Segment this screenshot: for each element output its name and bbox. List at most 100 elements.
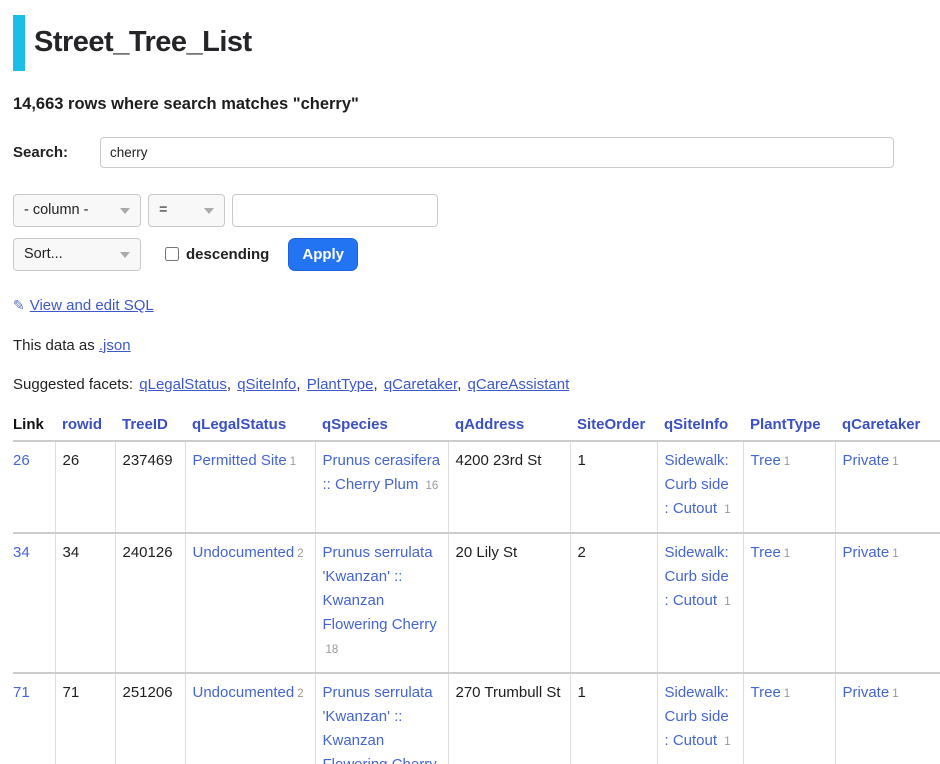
row-link[interactable]: 34 bbox=[13, 544, 30, 561]
species-link[interactable]: Prunus cerasifera :: Cherry Plum bbox=[323, 452, 441, 493]
site-info-link[interactable]: Sidewalk: Curb side : Cutout bbox=[665, 452, 729, 517]
legal-status-link[interactable]: Permitted Site bbox=[193, 452, 287, 469]
column-header-siteorder[interactable]: SiteOrder bbox=[570, 414, 657, 441]
facet-link-qcaretaker[interactable]: qCaretaker bbox=[384, 376, 457, 393]
column-header-qsiteinfo[interactable]: qSiteInfo bbox=[657, 414, 743, 441]
column-header-link: Link bbox=[13, 414, 55, 441]
site-info-link[interactable]: Sidewalk: Curb side : Cutout bbox=[665, 684, 729, 749]
facet-link-qsiteinfo[interactable]: qSiteInfo bbox=[237, 376, 296, 393]
site-order-cell: 1 bbox=[570, 441, 657, 533]
treeid-cell: 240126 bbox=[115, 533, 185, 673]
data-as-prefix: This data as bbox=[13, 337, 95, 354]
filter-column-select[interactable]: - column - bbox=[13, 194, 141, 227]
column-header-qaddress[interactable]: qAddress bbox=[448, 414, 570, 441]
caretaker-link[interactable]: Private bbox=[843, 684, 890, 701]
column-header-treeid-link[interactable]: TreeID bbox=[122, 416, 168, 433]
descending-label: descending bbox=[186, 246, 269, 263]
sort-select[interactable]: Sort... bbox=[13, 238, 141, 271]
sort-controls: Sort... descending Apply bbox=[13, 238, 940, 271]
column-header-treeid[interactable]: TreeID bbox=[115, 414, 185, 441]
column-header-qsiteinfo-link[interactable]: qSiteInfo bbox=[664, 416, 728, 433]
plant-type-cell: Tree1 bbox=[743, 673, 835, 764]
row-link-cell: 71 bbox=[13, 673, 55, 764]
legal-status-link[interactable]: Undocumented bbox=[193, 684, 295, 701]
table-row: 26 26 237469 Permitted Site1 Prunus cera… bbox=[13, 441, 940, 533]
column-header-qcaretaker-link[interactable]: qCaretaker bbox=[842, 416, 920, 433]
site-order-cell: 1 bbox=[570, 673, 657, 764]
rowid-cell: 71 bbox=[55, 673, 115, 764]
treeid-cell: 251206 bbox=[115, 673, 185, 764]
treeid-cell: 237469 bbox=[115, 441, 185, 533]
facet-count: 1 bbox=[724, 596, 730, 608]
results-table: Link rowid TreeID qLegalStatus qSpecies … bbox=[13, 414, 940, 764]
row-link[interactable]: 26 bbox=[13, 452, 30, 469]
column-header-rowid-link[interactable]: rowid bbox=[62, 416, 102, 433]
caretaker-link[interactable]: Private bbox=[843, 544, 890, 561]
facet-count: 1 bbox=[290, 456, 296, 468]
column-header-planttype-link[interactable]: PlantType bbox=[750, 416, 821, 433]
column-header-qaddress-link[interactable]: qAddress bbox=[455, 416, 524, 433]
column-header-qcaretaker[interactable]: qCaretaker bbox=[835, 414, 940, 441]
species-cell: Prunus serrulata 'Kwanzan' :: Kwanzan Fl… bbox=[315, 533, 448, 673]
view-edit-sql-link[interactable]: View and edit SQL bbox=[30, 297, 154, 314]
facets-prefix: Suggested facets: bbox=[13, 376, 133, 393]
facet-count: 1 bbox=[784, 456, 790, 468]
facet-count: 1 bbox=[724, 504, 730, 516]
facet-count: 16 bbox=[426, 480, 439, 492]
facet-separator: , bbox=[296, 376, 300, 393]
plant-type-cell: Tree1 bbox=[743, 533, 835, 673]
column-header-planttype[interactable]: PlantType bbox=[743, 414, 835, 441]
column-header-qspecies[interactable]: qSpecies bbox=[315, 414, 448, 441]
data-as-row: This data as .json bbox=[13, 337, 940, 354]
site-order-cell: 2 bbox=[570, 533, 657, 673]
page-title: Street_Tree_List bbox=[13, 15, 940, 71]
plant-type-link[interactable]: Tree bbox=[751, 452, 781, 469]
caretaker-cell: Private1 bbox=[835, 441, 940, 533]
column-header-qlegalstatus-link[interactable]: qLegalStatus bbox=[192, 416, 286, 433]
json-link[interactable]: .json bbox=[99, 337, 131, 354]
address-cell: 4200 23rd St bbox=[448, 441, 570, 533]
table-header-row: Link rowid TreeID qLegalStatus qSpecies … bbox=[13, 414, 940, 441]
site-info-cell: Sidewalk: Curb side : Cutout 1 bbox=[657, 533, 743, 673]
column-header-qlegalstatus[interactable]: qLegalStatus bbox=[185, 414, 315, 441]
caretaker-link[interactable]: Private bbox=[843, 452, 890, 469]
column-header-rowid[interactable]: rowid bbox=[55, 414, 115, 441]
caretaker-cell: Private1 bbox=[835, 673, 940, 764]
apply-button[interactable]: Apply bbox=[288, 238, 358, 271]
legal-status-link[interactable]: Undocumented bbox=[193, 544, 295, 561]
table-row: 71 71 251206 Undocumented2 Prunus serrul… bbox=[13, 673, 940, 764]
pencil-icon: ✎ bbox=[13, 297, 25, 313]
column-header-qspecies-link[interactable]: qSpecies bbox=[322, 416, 388, 433]
search-input[interactable] bbox=[100, 137, 894, 168]
address-cell: 270 Trumbull St bbox=[448, 673, 570, 764]
search-form: Search: bbox=[13, 137, 940, 168]
legal-status-cell: Undocumented2 bbox=[185, 533, 315, 673]
facet-link-planttype[interactable]: PlantType bbox=[307, 376, 374, 393]
facet-count: 1 bbox=[784, 688, 790, 700]
sql-link-row: ✎ View and edit SQL bbox=[13, 297, 940, 314]
facet-count: 1 bbox=[892, 548, 898, 560]
species-link[interactable]: Prunus serrulata 'Kwanzan' :: Kwanzan Fl… bbox=[323, 684, 437, 764]
row-link[interactable]: 71 bbox=[13, 684, 30, 701]
plant-type-link[interactable]: Tree bbox=[751, 684, 781, 701]
facet-link-qcareassistant[interactable]: qCareAssistant bbox=[468, 376, 570, 393]
page-container: Street_Tree_List 14,663 rows where searc… bbox=[0, 0, 940, 764]
facet-count: 2 bbox=[297, 548, 303, 560]
caretaker-cell: Private1 bbox=[835, 533, 940, 673]
filter-operator-select[interactable]: = bbox=[148, 194, 225, 227]
facet-link-qlegalstatus[interactable]: qLegalStatus bbox=[139, 376, 227, 393]
filter-value-input[interactable] bbox=[232, 194, 438, 227]
table-row: 34 34 240126 Undocumented2 Prunus serrul… bbox=[13, 533, 940, 673]
column-header-siteorder-link[interactable]: SiteOrder bbox=[577, 416, 645, 433]
rowid-cell: 34 bbox=[55, 533, 115, 673]
descending-checkbox[interactable] bbox=[165, 247, 179, 261]
facet-count: 1 bbox=[724, 736, 730, 748]
species-link[interactable]: Prunus serrulata 'Kwanzan' :: Kwanzan Fl… bbox=[323, 544, 437, 633]
facet-separator: , bbox=[227, 376, 231, 393]
plant-type-link[interactable]: Tree bbox=[751, 544, 781, 561]
facet-count: 1 bbox=[892, 688, 898, 700]
site-info-link[interactable]: Sidewalk: Curb side : Cutout bbox=[665, 544, 729, 609]
row-link-cell: 34 bbox=[13, 533, 55, 673]
rowid-cell: 26 bbox=[55, 441, 115, 533]
facet-count: 1 bbox=[784, 548, 790, 560]
